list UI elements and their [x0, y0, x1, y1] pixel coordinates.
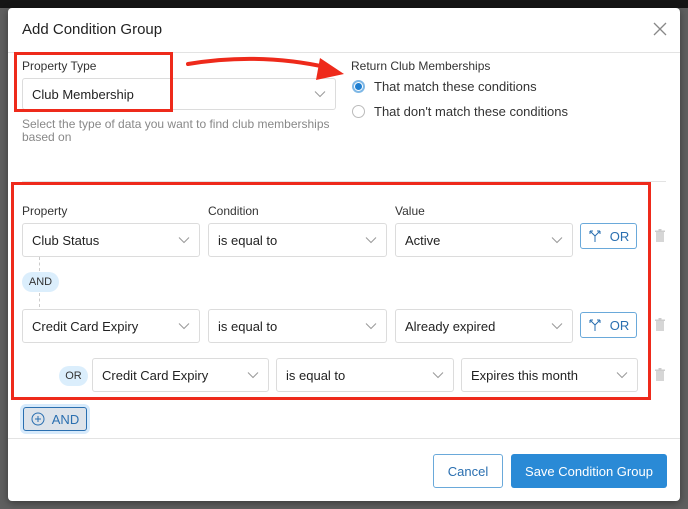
- row3-condition-value: is equal to: [286, 367, 346, 383]
- row3-property-select[interactable]: Credit Card Expiry: [92, 358, 269, 392]
- radio-match-label: That match these conditions: [374, 79, 537, 94]
- and-connector: AND: [22, 272, 59, 292]
- row1-or-label: OR: [609, 228, 630, 244]
- footer-divider: [8, 438, 680, 439]
- chevron-down-icon: [247, 372, 259, 379]
- row1-property-value: Club Status: [32, 232, 100, 248]
- modal-title: Add Condition Group: [22, 21, 163, 38]
- chevron-down-icon: [432, 372, 444, 379]
- chevron-down-icon: [178, 237, 190, 244]
- add-and-button[interactable]: AND: [23, 407, 87, 431]
- chevron-down-icon: [551, 323, 563, 330]
- header-condition: Condition: [208, 204, 259, 218]
- or-prefix: OR: [59, 366, 88, 386]
- cancel-button[interactable]: Cancel: [433, 454, 503, 488]
- row2-value-value: Already expired: [405, 318, 496, 334]
- add-and-label: AND: [51, 411, 80, 427]
- connector-line: [39, 293, 40, 307]
- browser-top-bar: [0, 0, 688, 8]
- chevron-down-icon: [365, 237, 377, 244]
- row2-property-select[interactable]: Credit Card Expiry: [22, 309, 200, 343]
- chevron-down-icon: [365, 323, 377, 330]
- close-icon[interactable]: [652, 21, 668, 37]
- radio-selected[interactable]: [352, 80, 365, 93]
- row1-value-select[interactable]: Active: [395, 223, 573, 257]
- branch-icon: [589, 230, 601, 242]
- row2-value-select[interactable]: Already expired: [395, 309, 573, 343]
- chevron-down-icon: [178, 323, 190, 330]
- row1-condition-value: is equal to: [218, 232, 278, 248]
- chevron-down-icon: [616, 372, 628, 379]
- row2-condition-value: is equal to: [218, 318, 278, 334]
- row1-condition-select[interactable]: is equal to: [208, 223, 387, 257]
- return-label: Return Club Memberships: [351, 59, 491, 73]
- row1-value-value: Active: [405, 232, 441, 248]
- radio-unselected[interactable]: [352, 105, 365, 118]
- header-property: Property: [22, 204, 68, 218]
- connector-line: [39, 257, 40, 271]
- row2-property-value: Credit Card Expiry: [32, 318, 139, 334]
- row2-or-label: OR: [609, 317, 630, 333]
- branch-icon: [589, 319, 601, 331]
- trash-icon[interactable]: [654, 318, 666, 332]
- trash-icon[interactable]: [654, 229, 666, 243]
- row3-value-value: Expires this month: [471, 367, 578, 383]
- header-value: Value: [395, 204, 425, 218]
- row2-or-button[interactable]: OR: [580, 312, 637, 338]
- row3-value-select[interactable]: Expires this month: [461, 358, 638, 392]
- plus-circle-icon: [31, 412, 45, 426]
- radio-match[interactable]: That match these conditions: [352, 79, 537, 94]
- chevron-down-icon: [551, 237, 563, 244]
- save-condition-group-button[interactable]: Save Condition Group: [511, 454, 667, 488]
- section-divider: [22, 181, 666, 182]
- row3-property-value: Credit Card Expiry: [102, 367, 209, 383]
- trash-icon[interactable]: [654, 368, 666, 382]
- row1-or-button[interactable]: OR: [580, 223, 637, 249]
- row1-property-select[interactable]: Club Status: [22, 223, 200, 257]
- row2-condition-select[interactable]: is equal to: [208, 309, 387, 343]
- row3-condition-select[interactable]: is equal to: [276, 358, 454, 392]
- property-type-label: Property Type: [22, 59, 97, 73]
- annotation-arrow-icon: [186, 56, 344, 80]
- radio-dont-match[interactable]: That don't match these conditions: [352, 104, 568, 119]
- radio-dont-match-label: That don't match these conditions: [374, 104, 568, 119]
- property-type-help: Select the type of data you want to find…: [22, 117, 330, 144]
